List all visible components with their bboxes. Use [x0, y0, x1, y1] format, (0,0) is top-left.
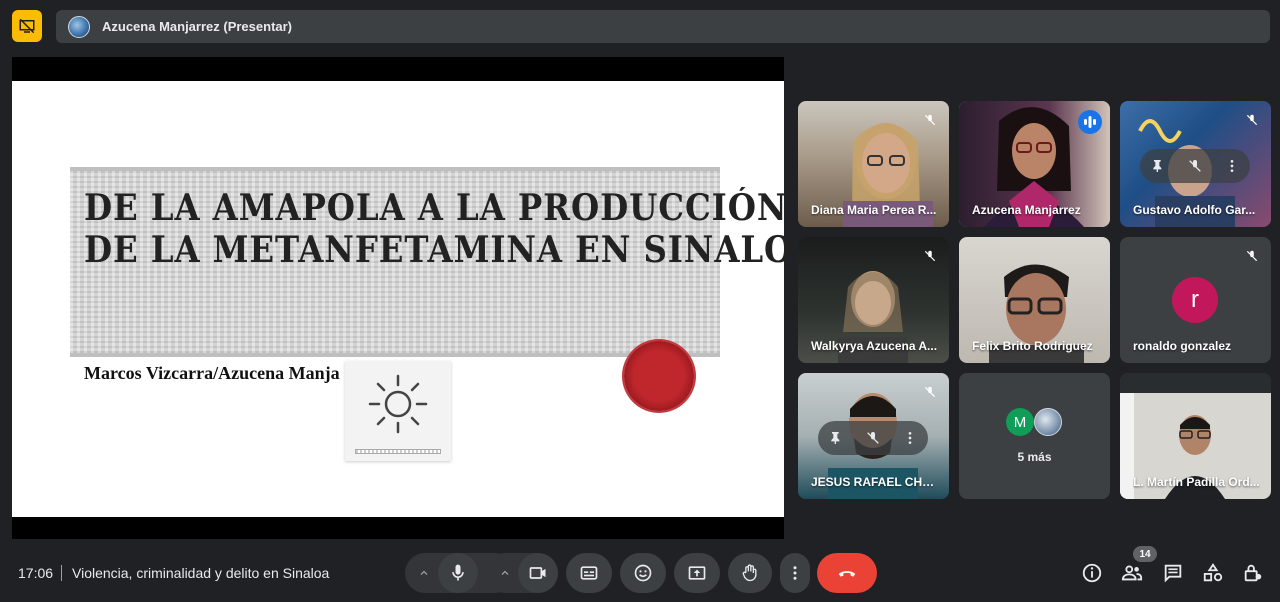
camera-button[interactable] [518, 553, 558, 593]
participant-tile[interactable]: Diana Maria Perea R... [798, 101, 949, 227]
stop-presenting-icon[interactable] [12, 10, 42, 42]
more-participants-label: 5 más [1017, 450, 1052, 464]
participant-tile[interactable]: Gustavo Adolfo Gar... [1120, 101, 1271, 227]
more-vert-icon [793, 566, 797, 580]
participant-tile[interactable]: Walkyrya Azucena A... [798, 237, 949, 363]
participant-tile[interactable]: L. Martín Padilla Ord... [1120, 373, 1271, 499]
chat-icon [1164, 564, 1182, 583]
people-icon [1121, 565, 1143, 581]
speaking-indicator-icon [1078, 110, 1102, 134]
slide-authors: Marcos Vizcarra/Azucena Manja [84, 363, 340, 383]
divider [61, 565, 62, 581]
presenter-avatar [68, 15, 90, 38]
mute-participant-icon[interactable] [1187, 158, 1203, 174]
raise-hand-button[interactable] [728, 553, 772, 593]
top-bar: Azucena Manjarrez (Presentar) [0, 0, 1280, 52]
hang-up-icon [838, 571, 856, 577]
sun-icon [368, 374, 428, 434]
red-seal-graphic [624, 341, 694, 411]
presenter-name: Azucena Manjarrez (Presentar) [102, 19, 293, 34]
video-options-button[interactable] [488, 553, 522, 593]
participant-avatar: r [1172, 277, 1218, 323]
participant-tile[interactable]: Felix Brito Rodriguez [959, 237, 1110, 363]
captions-button[interactable] [566, 553, 612, 593]
more-options-icon[interactable] [1224, 158, 1240, 174]
participant-name: Felix Brito Rodriguez [972, 339, 1093, 353]
slide-title-line2: DE LA METANFETAMINA EN SINALOA [84, 229, 820, 271]
mic-off-icon [1243, 247, 1261, 265]
meeting-details-button[interactable] [1080, 561, 1104, 585]
more-options-icon[interactable] [902, 430, 918, 446]
participant-avatar [1034, 408, 1062, 436]
microphone-button[interactable] [438, 553, 478, 593]
host-controls-button[interactable] [1241, 561, 1265, 585]
pin-icon[interactable] [1150, 158, 1166, 174]
participant-count-badge: 14 [1133, 546, 1157, 562]
participant-name: Walkyrya Azucena A... [811, 339, 938, 353]
presenter-chip[interactable]: Azucena Manjarrez (Presentar) [56, 10, 1270, 43]
meeting-title: Violencia, criminalidad y delito en Sina… [72, 565, 330, 581]
activities-button[interactable] [1201, 561, 1225, 585]
present-now-button[interactable] [674, 553, 720, 593]
mic-off-icon [921, 111, 939, 129]
loading-indicator [345, 361, 451, 461]
participant-name: ronaldo gonzalez [1133, 339, 1232, 353]
more-participants-avatars: M [1006, 408, 1062, 436]
participant-avatar: M [1006, 408, 1034, 436]
reactions-button[interactable] [620, 553, 666, 593]
chevron-up-icon [501, 570, 509, 575]
chevron-up-icon [420, 570, 428, 575]
shapes-icon [1203, 563, 1223, 582]
tile-hover-controls [1140, 149, 1250, 183]
more-options-button[interactable] [780, 553, 810, 593]
clock: 17:06 [18, 565, 54, 581]
slide-title-band: DE LA AMAPOLA A LA PRODUCCIÓN DE LA META… [70, 167, 818, 357]
mic-off-icon [1243, 111, 1261, 129]
emoji-icon [634, 564, 652, 582]
mic-off-icon [921, 247, 939, 265]
more-participants-tile[interactable]: M 5 más [959, 373, 1110, 499]
camera-icon [529, 567, 546, 579]
participant-name: Azucena Manjarrez [972, 203, 1081, 217]
hand-icon [742, 564, 757, 582]
tile-hover-controls [818, 421, 928, 455]
participant-name: Gustavo Adolfo Gar... [1133, 203, 1256, 217]
audio-options-button[interactable] [407, 553, 441, 593]
mic-off-icon [921, 383, 939, 401]
presentation-stage: DE LA AMAPOLA A LA PRODUCCIÓN DE LA META… [12, 57, 818, 539]
info-icon [1082, 563, 1102, 583]
participant-tile[interactable]: JESUS RAFAEL CHA... [798, 373, 949, 499]
mute-participant-icon[interactable] [865, 430, 881, 446]
lock-person-icon [1244, 564, 1262, 582]
captions-icon [580, 566, 598, 580]
participant-tile[interactable]: Azucena Manjarrez [959, 101, 1110, 227]
pin-icon[interactable] [828, 430, 844, 446]
loading-bar [355, 449, 441, 454]
participant-name: JESUS RAFAEL CHA... [811, 475, 939, 489]
participant-tile[interactable]: r ronaldo gonzalez [1120, 237, 1271, 363]
microphone-icon [452, 564, 464, 581]
participants-button[interactable] [1120, 561, 1144, 585]
leave-call-button[interactable] [817, 553, 877, 593]
chat-button[interactable] [1161, 561, 1185, 585]
slide: DE LA AMAPOLA A LA PRODUCCIÓN DE LA META… [12, 81, 818, 517]
participant-name: L. Martín Padilla Ord... [1133, 475, 1260, 489]
slide-title-line1: DE LA AMAPOLA A LA PRODUCCIÓN [84, 187, 788, 229]
participant-name: Diana Maria Perea R... [811, 203, 937, 217]
bottom-control-bar: 17:06 Violencia, criminalidad y delito e… [0, 545, 1280, 602]
present-screen-icon [688, 566, 706, 580]
slide-title: DE LA AMAPOLA A LA PRODUCCIÓN DE LA META… [84, 187, 819, 271]
